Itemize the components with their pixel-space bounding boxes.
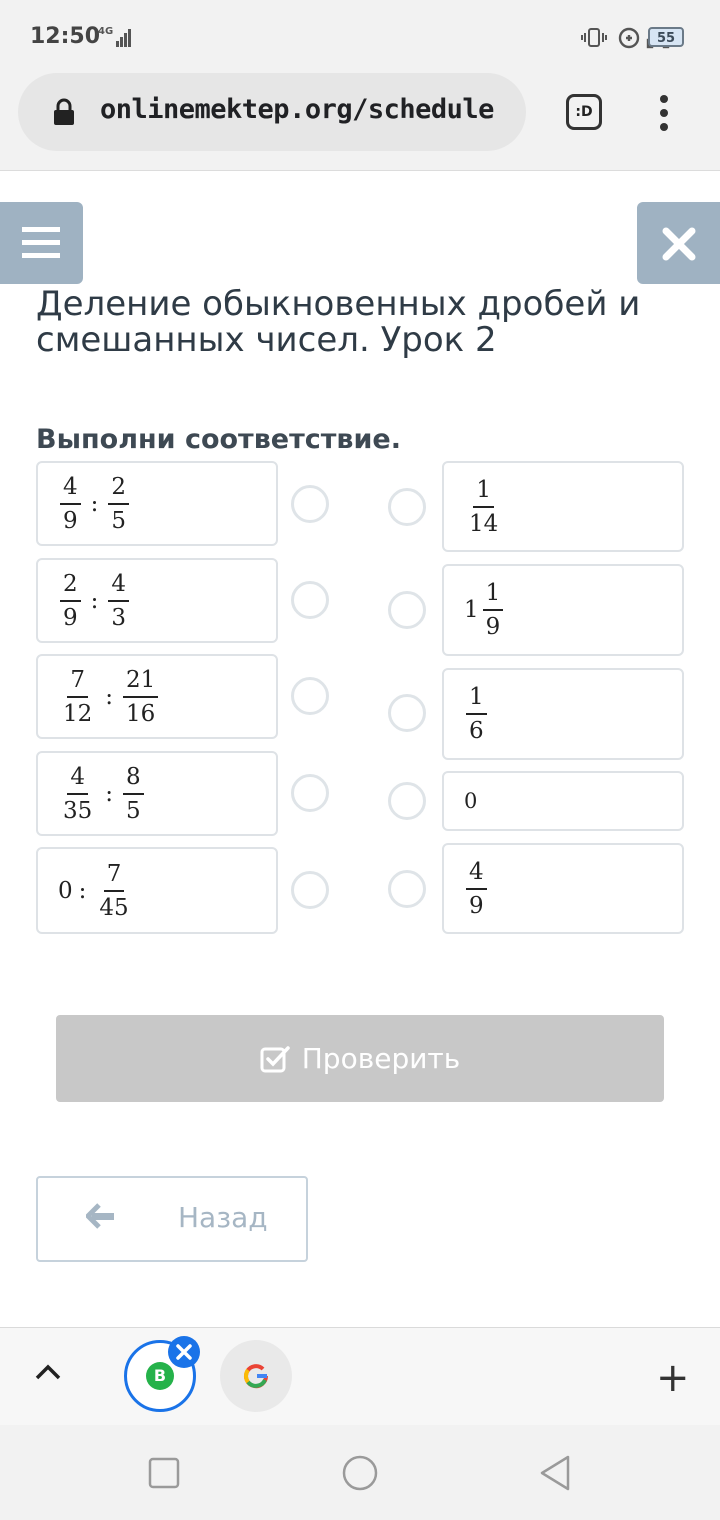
check-button-label: Проверить [301,1042,461,1075]
right-item-1[interactable]: 1 14 [442,461,684,552]
alarm-icon [618,27,640,49]
fraction: 49 [466,859,487,919]
left-item-5[interactable]: 0 : 7 45 [36,847,278,934]
right-item-4[interactable]: 0 [442,771,684,831]
right-radio-2[interactable] [388,591,426,629]
hamburger-icon [22,227,60,258]
fraction: 85 [123,764,144,824]
fraction: 19 [482,580,504,640]
left-radio-1[interactable] [291,485,329,523]
right-radio-3[interactable] [388,694,426,732]
lock-icon [54,98,74,125]
left-radio-3[interactable] [291,677,329,715]
signal-icon [116,29,131,47]
close-icon [176,1344,192,1360]
system-navigation-bar [0,1425,720,1520]
tab-close-button[interactable] [168,1336,200,1368]
page-title: Деление обыкновенных дробей и смешанных … [36,284,641,360]
new-tab-plus-icon[interactable]: + [656,1358,690,1398]
checkbox-check-icon [260,1045,290,1072]
close-button[interactable] [637,202,720,284]
home-icon[interactable] [341,1454,379,1492]
left-item-4[interactable]: 4 35 : 85 [36,751,278,836]
google-icon [244,1364,269,1389]
left-radio-2[interactable] [291,581,329,619]
url-text[interactable]: onlinemektep.org/schedule [100,94,508,134]
right-radio-5[interactable] [388,870,426,908]
fraction: 21 16 [123,667,159,727]
back-button-label: Назад [178,1201,268,1234]
battery-indicator: 55 [648,27,684,47]
bottom-tab-strip [0,1327,720,1425]
left-item-2[interactable]: 29 : 43 [36,558,278,643]
fraction: 7 12 [63,666,93,727]
check-button[interactable]: Проверить [56,1015,664,1102]
left-item-1[interactable]: 49 : 25 [36,461,278,546]
menu-button[interactable] [0,202,83,284]
fraction: 49 [60,474,81,534]
left-radio-4[interactable] [291,774,329,812]
more-menu-icon[interactable] [654,94,674,134]
arrow-left-icon [86,1203,114,1229]
back-nav-icon[interactable] [538,1454,572,1492]
task-instruction: Выполни соответствие. [36,424,401,455]
right-radio-4[interactable] [388,782,426,820]
vibrate-icon [581,28,607,47]
network-type: 4G [98,26,114,37]
chevron-up-icon[interactable] [34,1362,62,1382]
fraction: 1 14 [469,476,499,537]
status-time: 12:50 [30,24,101,49]
fraction: 29 [60,571,81,631]
recent-apps-icon[interactable] [148,1457,180,1489]
right-item-3[interactable]: 16 [442,668,684,760]
right-item-2[interactable]: 1 19 [442,564,684,656]
close-icon [662,227,696,261]
right-radio-1[interactable] [388,488,426,526]
left-radio-5[interactable] [291,871,329,909]
fraction: 43 [108,571,130,631]
fraction: 7 45 [99,860,129,921]
fraction: 16 [466,684,487,744]
fraction: 25 [108,474,130,534]
left-item-3[interactable]: 7 12 : 21 16 [36,654,278,739]
right-item-5[interactable]: 49 [442,843,684,934]
fraction: 4 35 [63,763,93,824]
google-tab-thumbnail[interactable] [220,1340,292,1412]
tab-switcher-button[interactable]: :D [566,94,602,130]
